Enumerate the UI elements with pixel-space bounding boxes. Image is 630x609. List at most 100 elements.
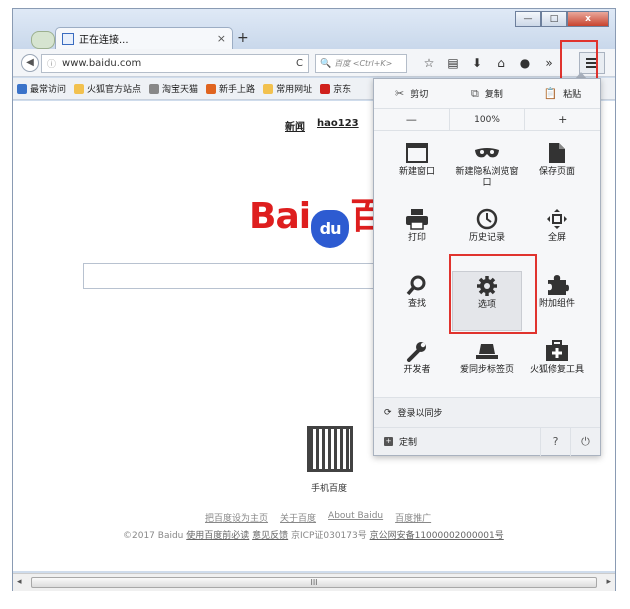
scissors-icon: ✂ [395,87,405,100]
footer-link-about[interactable]: 关于百度 [280,511,316,524]
minimize-button[interactable]: — [515,11,541,27]
bookmark-item[interactable]: 淘宝天猫 [149,82,198,95]
zoom-in-button[interactable]: + [525,113,600,126]
highlight-options-item [449,254,537,334]
customize-button[interactable]: + 定制 [384,435,540,448]
footer-link-homepage[interactable]: 把百度设为主页 [205,511,268,524]
bookmark-item[interactable]: 新手上路 [206,82,255,95]
item-label: 新建窗口 [398,167,435,177]
maximize-button[interactable]: □ [541,11,567,27]
bookmark-item[interactable]: 京东 [320,82,351,95]
sync-icon: ⟳ [384,407,392,418]
sync-label: 登录以同步 [397,409,443,419]
item-label: 火狐修复工具 [529,365,584,375]
bookmark-item[interactable]: 火狐官方站点 [74,82,141,95]
download-icon[interactable]: ⬇ [465,53,489,73]
star-icon[interactable]: ☆ [417,53,441,73]
page-favicon-icon [62,32,74,45]
page-icon [549,143,565,163]
top-link-news[interactable]: 新闻 [285,118,305,133]
scroll-left-icon[interactable]: ◂ [17,577,22,587]
scrollbar-thumb[interactable]: III [31,577,597,588]
toolbar-icons: ☆ ▤ ⬇ ⌂ ● » [417,53,561,73]
qr-label: 手机百度 [311,484,348,494]
overflow-icon[interactable]: » [537,53,561,73]
library-icon[interactable]: ▤ [441,53,465,73]
window-icon [406,143,428,163]
zoom-reset-button[interactable]: 100% [448,108,526,131]
new-window-item[interactable]: 新建窗口 [382,139,452,199]
icp-text: 京ICP证030173号 [288,531,370,541]
bookmark-folder-icon [206,83,217,94]
sync-tabs-icon [476,344,498,359]
cut-label: 剪切 [410,90,429,100]
bookmark-folder-icon [320,83,331,94]
item-label: 新建隐私浏览窗口 [455,167,519,188]
horizontal-scrollbar[interactable]: ◂ III ▸ [13,573,615,591]
bookmark-folder-icon [149,83,160,94]
paste-label: 粘贴 [563,90,582,100]
bookmark-item[interactable]: 最常访问 [17,82,66,95]
window-controls: — □ x [515,11,609,27]
help-icon[interactable]: ? [540,427,570,456]
baidu-logo: Bai du 百 [249,187,386,248]
chat-icon[interactable]: ● [513,53,537,73]
item-label: 查找 [407,299,426,309]
mask-icon [475,148,499,158]
zoom-out-button[interactable]: — [374,113,449,126]
bookmark-label: 新手上路 [219,85,256,95]
repair-tool-item[interactable]: 火狐修复工具 [522,337,592,397]
logo-text-left: Bai [249,196,311,237]
tab-active[interactable]: 正在连接... × [55,27,233,49]
tab-close-icon[interactable]: × [217,32,226,45]
bookmark-label: 淘宝天猫 [162,85,199,95]
police-record-link[interactable]: 京公网安备11000002000001号 [370,531,504,541]
top-link-hao123[interactable]: hao123 [317,118,359,133]
qr-code-icon [307,426,353,472]
clock-icon [476,208,498,230]
bookmark-label: 最常访问 [30,85,67,95]
search-engine-icon: 🔍 [320,58,332,69]
navigation-toolbar: ◀ ⓘ www.baidu.com C 🔍 百度 <Ctrl+K> ☆ ▤ ⬇ … [13,49,615,77]
save-page-item[interactable]: 保存页面 [522,139,592,199]
new-tab-button[interactable]: + [237,30,249,46]
footer-link-feedback[interactable]: 意见反馈 [252,531,288,541]
item-label: 爱同步标签页 [459,365,514,375]
sync-tabs-item[interactable]: 爱同步标签页 [452,337,522,397]
clipboard-icon: 📋 [543,87,558,100]
home-icon[interactable]: ⌂ [489,53,513,73]
footer-link-about-en[interactable]: About Baidu [328,511,383,524]
bookmark-folder-icon [263,83,274,94]
top-links: 新闻 hao123 [285,118,359,133]
search-bar[interactable]: 🔍 百度 <Ctrl+K> [315,54,407,73]
copy-icon: ⧉ [471,86,479,100]
bookmark-item[interactable]: 常用网址 [263,82,312,95]
footer-link-terms[interactable]: 使用百度前必读 [186,531,249,541]
sign-in-sync-button[interactable]: ⟳ 登录以同步 [374,397,600,427]
paw-icon: du [311,210,350,248]
find-item[interactable]: 查找 [382,271,452,331]
paste-button[interactable]: 📋 粘贴 [525,87,600,100]
scroll-right-icon[interactable]: ▸ [606,577,611,587]
reload-icon[interactable]: C [296,58,303,69]
cut-button[interactable]: ✂ 剪切 [374,87,449,100]
edit-controls: ✂ 剪切 ⧉ 复制 📋 粘贴 [374,79,600,109]
search-placeholder: 百度 <Ctrl+K> [334,59,393,68]
back-button[interactable]: ◀ [21,54,39,72]
baidu-search-input[interactable] [83,263,383,289]
item-label: 打印 [407,233,426,243]
previous-tab-stub[interactable] [31,31,55,49]
copy-button[interactable]: ⧉ 复制 [449,87,524,101]
footer-link-promotion[interactable]: 百度推广 [395,511,431,524]
quit-icon[interactable]: ⏻ [570,427,600,456]
developer-item[interactable]: 开发者 [382,337,452,397]
footer-copyright: ©2017 Baidu 使用百度前必读 意见反馈 京ICP证030173号 京公… [123,528,504,541]
private-window-item[interactable]: 新建隐私浏览窗口 [452,139,522,199]
url-bar[interactable]: ⓘ www.baidu.com C [41,54,309,73]
print-item[interactable]: 打印 [382,205,452,265]
item-label: 开发者 [403,365,431,375]
site-info-icon[interactable]: ⓘ [47,57,56,70]
url-text[interactable]: www.baidu.com [62,58,296,69]
copyright-text: ©2017 Baidu [123,531,187,541]
close-window-button[interactable]: x [567,11,609,27]
